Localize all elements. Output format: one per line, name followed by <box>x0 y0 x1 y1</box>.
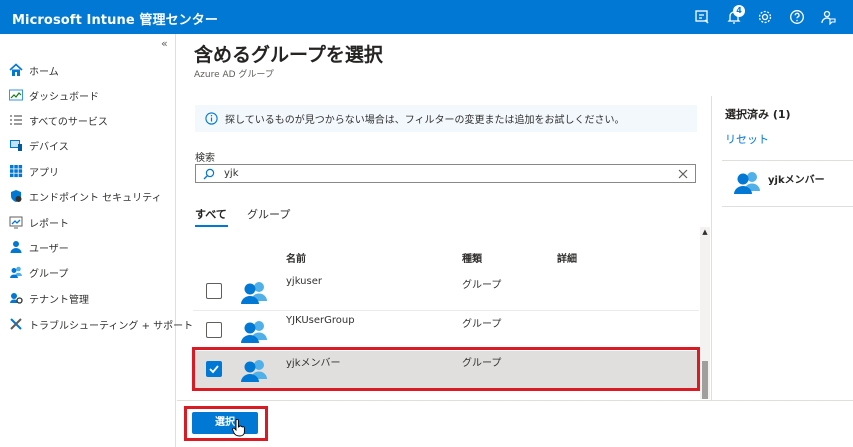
group-type: グループ <box>462 280 502 291</box>
sidebar-item-devices[interactable]: デバイス <box>9 135 69 155</box>
sidebar-item-endpoint-security[interactable]: エンドポイント セキュリティ <box>9 186 162 206</box>
top-bar: Microsoft Intune 管理センター 4 <box>0 0 853 34</box>
search-value: yjk <box>224 168 239 179</box>
report-icon <box>9 216 23 229</box>
sidebar: « ホーム ダッシュボード すべてのサービス デバイス アプリ エンドポイント … <box>0 34 193 447</box>
list-icon <box>10 115 22 125</box>
footer-divider <box>177 400 853 401</box>
sidebar-item-reports[interactable]: レポート <box>9 212 69 232</box>
row-checkbox[interactable] <box>206 283 222 299</box>
scrollbar-thumb[interactable] <box>702 361 708 399</box>
group-name: YJKUserGroup <box>286 315 355 326</box>
column-header-details[interactable]: 詳細 <box>557 250 577 265</box>
sidebar-item-label: レポート <box>29 218 69 230</box>
group-icon <box>241 282 267 304</box>
table-row[interactable]: yjkuser グループ <box>193 273 699 311</box>
help-icon[interactable] <box>789 9 805 25</box>
selected-item-name[interactable]: yjkメンバー <box>768 171 825 186</box>
sidebar-item-troubleshooting[interactable]: トラブルシューティング + サポート <box>9 314 193 334</box>
select-button[interactable]: 選択 <box>192 412 258 434</box>
tab-all[interactable]: すべて <box>195 206 227 222</box>
sidebar-item-apps[interactable]: アプリ <box>9 161 59 181</box>
troubleshoot-icon <box>10 318 22 330</box>
active-tab-indicator <box>195 225 228 227</box>
page-title: 含めるグループを選択 <box>194 44 383 66</box>
notification-badge: 4 <box>733 5 745 17</box>
shield-icon <box>11 190 22 202</box>
sidebar-item-label: グループ <box>29 268 69 280</box>
highlight-box-row <box>192 347 700 391</box>
sidebar-item-home[interactable]: ホーム <box>9 60 59 80</box>
app-title[interactable]: Microsoft Intune 管理センター <box>12 9 218 28</box>
info-banner: 探しているものが見つからない場合は、フィルターの変更または追加をお試しください。 <box>195 105 697 132</box>
sidebar-item-label: デバイス <box>29 141 69 153</box>
sidebar-item-label: ユーザー <box>29 243 69 255</box>
selected-item-divider <box>722 206 853 207</box>
sidebar-item-label: テナント管理 <box>29 294 89 306</box>
group-name: yjkuser <box>286 276 322 287</box>
group-icon <box>734 172 760 194</box>
group-type: グループ <box>462 319 502 330</box>
search-input[interactable]: yjk <box>195 164 696 183</box>
selected-divider <box>722 160 853 161</box>
search-label: 検索 <box>195 153 215 164</box>
gear-icon[interactable] <box>757 9 773 25</box>
table-row[interactable]: YJKUserGroup グループ <box>193 312 699 350</box>
feedback-icon[interactable] <box>694 9 710 25</box>
tenant-admin-icon <box>10 293 23 304</box>
collapse-sidebar-button[interactable]: « <box>161 37 168 50</box>
row-checkbox[interactable] <box>206 322 222 338</box>
home-icon <box>9 63 23 76</box>
sidebar-item-label: トラブルシューティング + サポート <box>29 320 194 332</box>
info-icon <box>205 112 218 125</box>
sidebar-item-label: エンドポイント セキュリティ <box>29 192 162 204</box>
sidebar-item-label: ホーム <box>29 66 59 78</box>
dashboard-icon <box>9 89 23 101</box>
sidebar-item-users[interactable]: ユーザー <box>9 237 69 257</box>
hand-cursor-icon <box>232 419 245 437</box>
sidebar-item-tenant-admin[interactable]: テナント管理 <box>9 288 89 308</box>
sidebar-item-label: アプリ <box>29 167 59 179</box>
tab-groups[interactable]: グループ <box>247 206 290 222</box>
group-icon <box>241 321 267 343</box>
sidebar-item-all-services[interactable]: すべてのサービス <box>9 110 108 130</box>
group-icon <box>10 266 22 278</box>
column-header-type[interactable]: 種類 <box>462 250 482 265</box>
scroll-up-arrow-icon[interactable]: ▲ <box>700 227 710 237</box>
search-icon <box>203 168 215 180</box>
user-icon <box>10 241 22 253</box>
sidebar-item-groups[interactable]: グループ <box>9 262 68 282</box>
reset-link[interactable]: リセット <box>725 131 769 147</box>
page-subtitle: Azure AD グループ <box>194 70 274 80</box>
column-header-name[interactable]: 名前 <box>286 250 306 265</box>
person-feedback-icon[interactable] <box>820 9 836 25</box>
selected-title: 選択済み (1) <box>725 108 791 121</box>
sidebar-item-dashboard[interactable]: ダッシュボード <box>9 85 99 105</box>
select-groups-blade: 含めるグループを選択 Azure AD グループ 探しているものが見つからない場… <box>177 34 853 447</box>
sidebar-item-label: ダッシュボード <box>29 91 99 103</box>
sidebar-item-label: すべてのサービス <box>29 116 108 128</box>
clear-search-icon[interactable] <box>677 168 689 180</box>
apps-icon <box>10 165 23 178</box>
info-text: 探しているものが見つからない場合は、フィルターの変更または追加をお試しください。 <box>225 115 625 126</box>
devices-icon <box>10 140 22 151</box>
panel-divider <box>711 96 712 400</box>
